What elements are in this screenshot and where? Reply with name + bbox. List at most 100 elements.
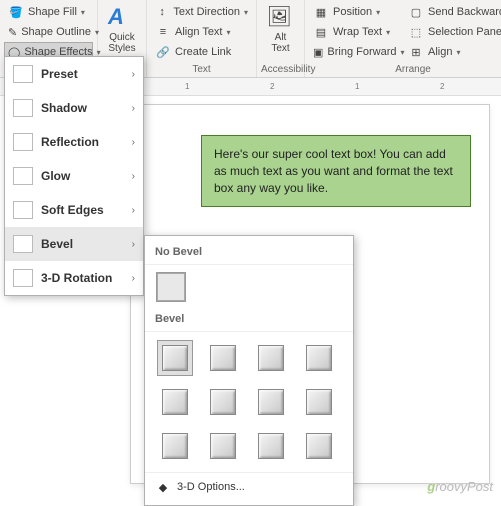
- bring-forward-label: Bring Forward: [327, 46, 396, 58]
- chevron-right-icon: ›: [132, 69, 135, 80]
- bevel-option-8[interactable]: [301, 384, 337, 420]
- wrap-text-icon: ▤: [313, 24, 329, 40]
- rotation-icon: [13, 269, 33, 287]
- menu-label: Soft Edges: [41, 203, 132, 217]
- 3d-options-button[interactable]: ◆ 3-D Options...: [145, 472, 353, 501]
- alt-text-label: Alt Text: [271, 32, 289, 54]
- bevel-option-2[interactable]: [205, 340, 241, 376]
- bevel-option-1[interactable]: [157, 340, 193, 376]
- menu-label: Reflection: [41, 135, 132, 149]
- create-link-label: Create Link: [175, 46, 231, 58]
- watermark: groovyPost: [427, 479, 493, 494]
- chevron-right-icon: ›: [132, 137, 135, 148]
- ruler-mark: 2: [440, 82, 444, 91]
- arrange-group-label: Arrange: [309, 64, 501, 77]
- watermark-g: g: [427, 479, 435, 494]
- chevron-right-icon: ›: [132, 205, 135, 216]
- menu-item-shadow[interactable]: Shadow ›: [5, 91, 143, 125]
- pen-icon: ✎: [8, 24, 17, 40]
- menu-item-reflection[interactable]: Reflection ›: [5, 125, 143, 159]
- shape-effects-menu: Preset › Shadow › Reflection › Glow › So…: [4, 56, 144, 296]
- selection-pane-label: Selection Pane: [428, 26, 501, 38]
- shape-outline-label: Shape Outline: [21, 26, 91, 38]
- shadow-icon: [13, 99, 33, 117]
- bevel-option-10[interactable]: [205, 428, 241, 464]
- preset-icon: [13, 65, 33, 83]
- bevel-option-7[interactable]: [253, 384, 289, 420]
- align-icon: ⊞: [408, 44, 424, 60]
- menu-item-glow[interactable]: Glow ›: [5, 159, 143, 193]
- text-direction-label: Text Direction: [173, 6, 240, 18]
- alt-text-icon: 🖼: [267, 4, 295, 32]
- menu-label: 3-D Rotation: [41, 271, 132, 285]
- bring-forward-button[interactable]: ▣ Bring Forward▾: [309, 42, 404, 62]
- ruler-mark: 1: [185, 82, 189, 91]
- ruler-mark: 2: [270, 82, 274, 91]
- bevel-option-4[interactable]: [301, 340, 337, 376]
- chevron-down-icon: ▾: [376, 8, 380, 17]
- bring-forward-icon: ▣: [313, 44, 323, 60]
- position-button[interactable]: ▦ Position ▾: [309, 2, 404, 22]
- alt-text-button[interactable]: 🖼 Alt Text: [261, 2, 300, 56]
- create-link-button[interactable]: 🔗 Create Link: [151, 42, 252, 62]
- selection-pane-button[interactable]: ⬚ Selection Pane: [404, 22, 501, 42]
- text-direction-button[interactable]: ↕ Text Direction ▾: [151, 2, 252, 22]
- chevron-down-icon: ▾: [227, 28, 231, 37]
- bevel-submenu: No Bevel Bevel ◆ 3-D Options...: [144, 235, 354, 506]
- menu-item-bevel[interactable]: Bevel ›: [5, 227, 143, 261]
- accessibility-group-label: Accessibility: [261, 64, 300, 77]
- cube-icon: ◆: [155, 479, 171, 495]
- watermark-post: Post: [467, 479, 493, 494]
- bevel-icon: [13, 235, 33, 253]
- menu-label: Glow: [41, 169, 132, 183]
- bevel-option-12[interactable]: [301, 428, 337, 464]
- quick-styles-icon: A: [108, 4, 136, 32]
- align-label: Align: [428, 46, 452, 58]
- wrap-text-button[interactable]: ▤ Wrap Text▾: [309, 22, 404, 42]
- selection-pane-icon: ⬚: [408, 24, 424, 40]
- menu-item-soft-edges[interactable]: Soft Edges ›: [5, 193, 143, 227]
- link-icon: 🔗: [155, 44, 171, 60]
- chevron-down-icon: ▾: [81, 8, 85, 17]
- align-text-icon: ≡: [155, 24, 171, 40]
- chevron-down-icon: ▾: [386, 28, 390, 37]
- text-group-label: Text: [151, 64, 252, 77]
- chevron-right-icon: ›: [132, 273, 135, 284]
- bevel-option-5[interactable]: [157, 384, 193, 420]
- quick-styles-label: Quick Styles: [108, 32, 135, 54]
- chevron-right-icon: ›: [132, 171, 135, 182]
- align-button[interactable]: ⊞ Align ▾: [404, 42, 501, 62]
- quick-styles-button[interactable]: A Quick Styles: [102, 2, 142, 56]
- align-text-button[interactable]: ≡ Align Text ▾: [151, 22, 252, 42]
- bevel-header: Bevel: [145, 309, 353, 332]
- align-text-label: Align Text: [175, 26, 223, 38]
- menu-item-3d-rotation[interactable]: 3-D Rotation ›: [5, 261, 143, 295]
- text-direction-icon: ↕: [155, 4, 169, 20]
- chevron-down-icon: ▾: [244, 8, 248, 17]
- bevel-option-none[interactable]: [157, 273, 185, 301]
- bevel-option-3[interactable]: [253, 340, 289, 376]
- bevel-option-6[interactable]: [205, 384, 241, 420]
- shape-fill-label: Shape Fill: [28, 6, 77, 18]
- bucket-icon: 🪣: [8, 4, 24, 20]
- menu-label: Shadow: [41, 101, 132, 115]
- 3d-options-label: 3-D Options...: [177, 481, 245, 493]
- soft-edges-icon: [13, 201, 33, 219]
- text-box[interactable]: Here's our super cool text box! You can …: [201, 135, 471, 207]
- send-backward-button[interactable]: ▢ Send Backward▾: [404, 2, 501, 22]
- position-label: Position: [333, 6, 372, 18]
- menu-label: Bevel: [41, 237, 132, 251]
- position-icon: ▦: [313, 4, 329, 20]
- bevel-options-grid: [145, 332, 353, 472]
- send-backward-label: Send Backward: [428, 6, 501, 18]
- bevel-option-9[interactable]: [157, 428, 193, 464]
- bevel-option-11[interactable]: [253, 428, 289, 464]
- text-box-content: Here's our super cool text box! You can …: [214, 147, 453, 195]
- watermark-roovy: roovy: [435, 479, 467, 494]
- shape-outline-button[interactable]: ✎ Shape Outline ▾: [4, 22, 93, 42]
- chevron-down-icon: ▾: [456, 48, 460, 57]
- chevron-right-icon: ›: [132, 103, 135, 114]
- shape-fill-button[interactable]: 🪣 Shape Fill ▾: [4, 2, 93, 22]
- reflection-icon: [13, 133, 33, 151]
- menu-item-preset[interactable]: Preset ›: [5, 57, 143, 91]
